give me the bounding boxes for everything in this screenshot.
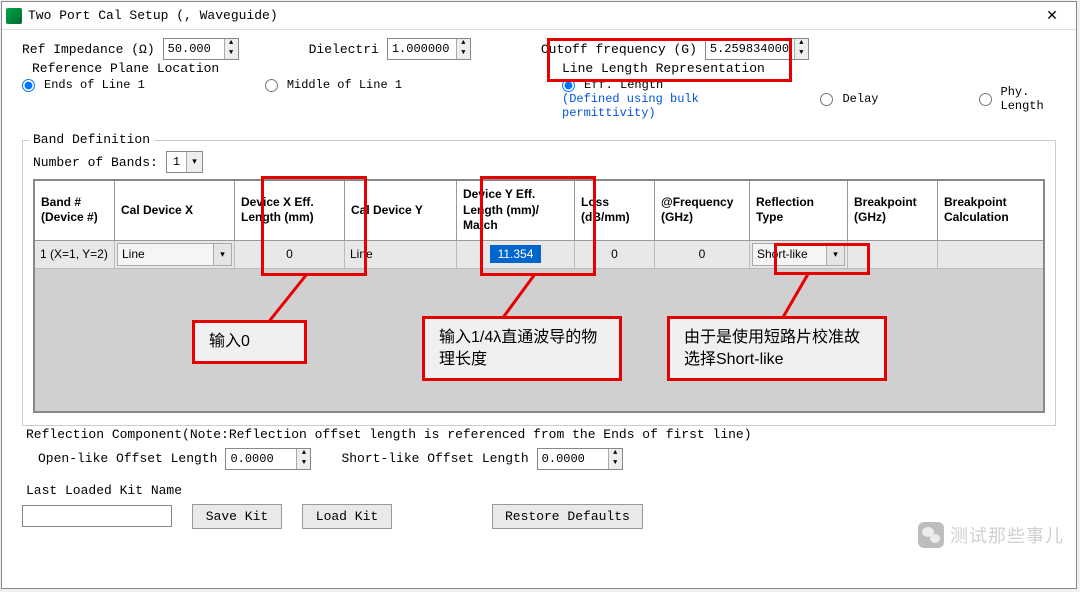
cell-cal-y[interactable]: Line [345, 241, 457, 269]
short-offset-spinner[interactable]: ▲▼ [537, 448, 623, 470]
col-loss: Loss (dB/mm) [575, 181, 655, 241]
ref-plane-group: Reference Plane Location Ends of Line 1 … [22, 70, 552, 104]
spin-down-icon[interactable]: ▼ [795, 49, 808, 59]
ref-impedance-spinner[interactable]: ▲▼ [163, 38, 239, 60]
chevron-down-icon: ▾ [826, 244, 844, 265]
spin-up-icon[interactable]: ▲ [225, 39, 238, 49]
chevron-down-icon: ▾ [186, 152, 202, 172]
band-table: Band # (Device #) Cal Device X Device X … [33, 179, 1045, 413]
col-cal-x: Cal Device X [115, 181, 235, 241]
radio-eff-length[interactable]: Eff. Length [562, 78, 720, 92]
app-icon [6, 8, 22, 24]
cell-bp-calc[interactable] [938, 241, 1043, 269]
open-offset-spinner[interactable]: ▲▼ [225, 448, 311, 470]
col-refl-type: Reflection Type [750, 181, 848, 241]
open-offset-label: Open-like Offset Length [38, 451, 217, 466]
spin-down-icon[interactable]: ▼ [225, 49, 238, 59]
last-kit-input[interactable] [22, 505, 172, 527]
window-root: Two Port Cal Setup (, Waveguide) ✕ Ref I… [1, 1, 1077, 589]
col-band: Band # (Device #) [35, 181, 115, 241]
col-cal-y: Cal Device Y [345, 181, 457, 241]
cell-dev-x-len[interactable]: 0 [235, 241, 345, 269]
load-kit-button[interactable]: Load Kit [302, 504, 392, 529]
spin-down-icon[interactable]: ▼ [297, 459, 310, 469]
radio-ends-of-line1[interactable]: Ends of Line 1 [22, 78, 145, 92]
radio-delay[interactable]: Delay [820, 92, 878, 106]
spin-up-icon[interactable]: ▲ [795, 39, 808, 49]
dielectric-input[interactable] [388, 39, 456, 59]
cutoff-label: Cutoff frequency (G) [541, 42, 697, 57]
spin-up-icon[interactable]: ▲ [457, 39, 470, 49]
reflection-legend: Reflection Component(Note:Reflection off… [22, 427, 756, 442]
line-length-group: Line Length Representation Eff. Length (… [552, 70, 1056, 132]
num-bands-combo[interactable]: 1 ▾ [166, 151, 203, 173]
cell-loss[interactable]: 0 [575, 241, 655, 269]
cell-refl-type[interactable]: Short-like▾ [750, 241, 848, 269]
col-breakpoint: Breakpoint (GHz) [848, 181, 938, 241]
num-bands-value: 1 [167, 155, 186, 169]
band-definition-legend: Band Definition [29, 132, 154, 147]
restore-defaults-button[interactable]: Restore Defaults [492, 504, 643, 529]
content-area: Ref Impedance (Ω) ▲▼ Dielectri ▲▼ Cutoff… [2, 30, 1076, 549]
ref-impedance-input[interactable] [164, 39, 224, 59]
eff-length-note: (Defined using bulk permittivity) [562, 92, 720, 120]
cell-freq[interactable]: 0 [655, 241, 750, 269]
short-offset-input[interactable] [538, 449, 608, 469]
line-length-legend: Line Length Representation [558, 61, 769, 76]
dielectric-spinner[interactable]: ▲▼ [387, 38, 471, 60]
reflection-group: Reflection Component(Note:Reflection off… [22, 436, 1056, 486]
open-offset-input[interactable] [226, 449, 296, 469]
last-kit-legend: Last Loaded Kit Name [22, 483, 186, 498]
col-freq: @Frequency (GHz) [655, 181, 750, 241]
col-bp-calc: Breakpoint Calculation [938, 181, 1043, 241]
ref-plane-legend: Reference Plane Location [28, 61, 223, 76]
chevron-down-icon: ▾ [213, 244, 231, 265]
save-kit-button[interactable]: Save Kit [192, 504, 282, 529]
table-empty-area [35, 269, 1043, 411]
table-row: 1 (X=1, Y=2) Line▾ 0 Line 11.354 0 0 Sho… [35, 241, 1043, 269]
spin-down-icon[interactable]: ▼ [457, 49, 470, 59]
spin-up-icon[interactable]: ▲ [297, 449, 310, 459]
col-dev-x-len: Device X Eff. Length (mm) [235, 181, 345, 241]
num-bands-label: Number of Bands: [33, 155, 158, 170]
cell-breakpoint[interactable] [848, 241, 938, 269]
window-title: Two Port Cal Setup (, Waveguide) [28, 8, 1032, 23]
cell-cal-x[interactable]: Line▾ [115, 241, 235, 269]
short-offset-label: Short-like Offset Length [341, 451, 528, 466]
cell-band: 1 (X=1, Y=2) [35, 241, 115, 269]
spin-down-icon[interactable]: ▼ [609, 459, 622, 469]
ref-impedance-label: Ref Impedance (Ω) [22, 42, 155, 57]
radio-phy-length[interactable]: Phy. Length [979, 85, 1047, 113]
band-definition-group: Band Definition Number of Bands: 1 ▾ Ban… [22, 140, 1056, 426]
col-dev-y-len: Device Y Eff. Length (mm)/ Match [457, 181, 575, 241]
cutoff-spinner[interactable]: ▲▼ [705, 38, 809, 60]
cell-dev-y-len[interactable]: 11.354 [457, 241, 575, 269]
cutoff-input[interactable] [706, 39, 794, 59]
table-header: Band # (Device #) Cal Device X Device X … [35, 181, 1043, 241]
spin-up-icon[interactable]: ▲ [609, 449, 622, 459]
radio-middle-of-line1[interactable]: Middle of Line 1 [265, 78, 402, 92]
dielectric-label: Dielectri [309, 42, 379, 57]
close-button[interactable]: ✕ [1032, 3, 1072, 29]
last-kit-group: Last Loaded Kit Name Save Kit Load Kit R… [22, 492, 1056, 541]
titlebar: Two Port Cal Setup (, Waveguide) ✕ [2, 2, 1076, 30]
